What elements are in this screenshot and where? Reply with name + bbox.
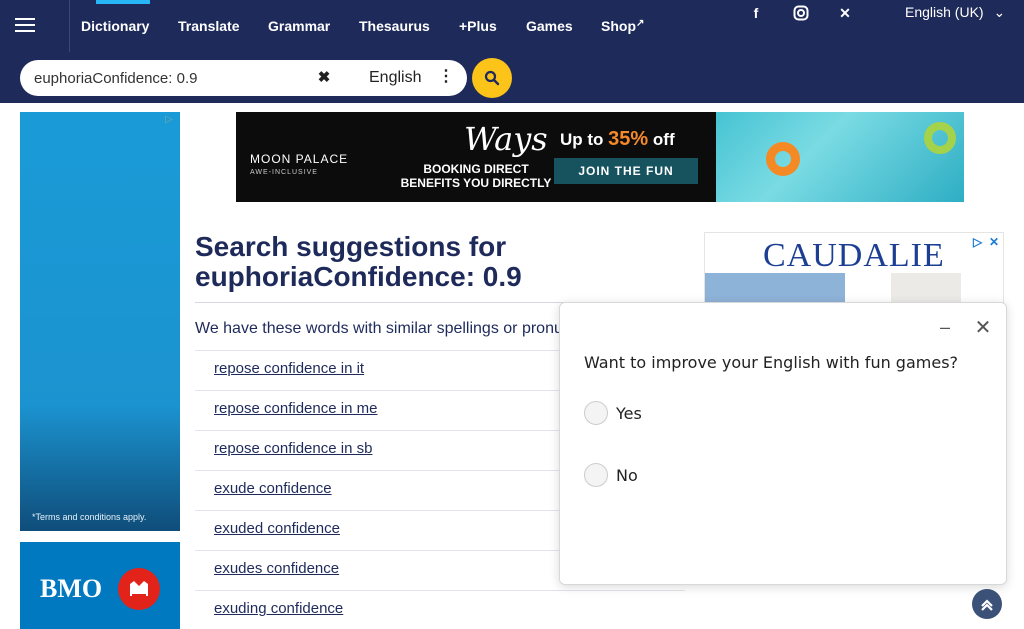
suggestion-link[interactable]: exudes confidence (214, 560, 339, 577)
nav-dictionary[interactable]: Dictionary (81, 18, 149, 34)
more-options-icon: ⋮ (438, 68, 454, 85)
language-label: English (UK) (905, 4, 984, 20)
search-bar-row: ✖ English ⋮ (0, 52, 1024, 103)
caudalie-logo: CAUDALIE (763, 237, 945, 274)
survey-question: Want to improve your English with fun ga… (584, 353, 959, 372)
external-link-icon: ↗ (636, 18, 645, 29)
banner-float-ring (766, 142, 800, 176)
page-title-query: euphoriaConfidence: 0.9 (195, 261, 522, 292)
top-banner-ad[interactable]: MOON PALACE AWE-INCLUSIVE Ways BOOKING D… (236, 112, 964, 202)
page-title-line1: Search suggestions for (195, 231, 507, 262)
minimize-icon[interactable]: – (936, 317, 954, 337)
survey-popup: – ✕ Want to improve your English with fu… (559, 302, 1007, 585)
list-item: exuding confidence (195, 590, 685, 629)
nav-thesaurus[interactable]: Thesaurus (359, 18, 430, 34)
hamburger-menu-icon[interactable] (10, 10, 40, 40)
ad-close-icon[interactable]: ✕ (989, 235, 999, 249)
survey-option-label: Yes (616, 404, 642, 423)
nav-divider (69, 0, 70, 52)
banner-tagline-2: BENEFITS YOU DIRECTLY (400, 176, 552, 190)
adchoices-icon[interactable]: ▷ (160, 114, 178, 128)
radio-button[interactable] (584, 463, 608, 487)
survey-option-label: No (616, 466, 638, 485)
banner-offer-pre: Up to (560, 130, 609, 149)
suggestion-link[interactable]: repose confidence in sb (214, 440, 372, 457)
left-ad-image (20, 112, 180, 531)
radio-button[interactable] (584, 401, 608, 425)
left-ad-terms: *Terms and conditions apply. (32, 512, 147, 522)
nav-translate[interactable]: Translate (178, 18, 239, 34)
scroll-to-top-button[interactable] (972, 589, 1002, 619)
search-suggestions-section: Search suggestions for euphoriaConfidenc… (195, 232, 685, 617)
bmo-logo-text: BMO (40, 574, 103, 603)
search-box: ✖ English ⋮ (20, 60, 467, 96)
close-icon[interactable]: ✕ (973, 315, 993, 339)
chevron-down-icon: ⌄ (993, 4, 1006, 20)
banner-offer-post: off (648, 130, 675, 149)
suggestion-link[interactable]: exude confidence (214, 480, 332, 497)
nav-grammar[interactable]: Grammar (268, 18, 330, 34)
top-nav-bar: Dictionary Translate Grammar Thesaurus +… (0, 0, 1024, 52)
facebook-icon[interactable]: f (744, 4, 768, 22)
nav-shop-label: Shop (601, 18, 636, 34)
bmo-logo-icon (118, 568, 160, 610)
dictionary-select-label: English (369, 69, 422, 86)
nav-active-indicator (96, 0, 150, 4)
instagram-icon[interactable] (789, 4, 813, 22)
banner-brand-sub: AWE-INCLUSIVE (250, 169, 318, 176)
search-icon (484, 70, 500, 86)
banner-brand-name: MOON PALACE (250, 152, 349, 166)
chevron-up-icon (981, 599, 993, 611)
banner-tagline-1: BOOKING DIRECT (423, 162, 529, 176)
page-title: Search suggestions for euphoriaConfidenc… (195, 232, 685, 292)
suggestion-link[interactable]: exuded confidence (214, 520, 340, 537)
suggestion-link[interactable]: repose confidence in it (214, 360, 364, 377)
left-advertisement[interactable]: ▷ *Terms and conditions apply. BMO (20, 112, 180, 629)
banner-pool-image (716, 112, 964, 202)
nav-shop[interactable]: Shop↗ (601, 18, 644, 34)
banner-cta-button[interactable]: JOIN THE FUN (554, 158, 698, 184)
clear-search-icon[interactable]: ✖ (313, 67, 335, 89)
nav-games[interactable]: Games (526, 18, 573, 34)
dictionary-select[interactable]: English ⋮ (342, 64, 460, 92)
banner-script-text: Ways (464, 120, 548, 158)
survey-option-yes[interactable]: Yes (584, 401, 784, 427)
nav-plus[interactable]: +Plus (459, 18, 497, 34)
banner-offer-percent: 35% (608, 128, 649, 150)
x-twitter-icon[interactable]: ✕ (833, 4, 857, 22)
search-input[interactable] (34, 66, 314, 90)
survey-option-no[interactable]: No (584, 463, 784, 489)
language-selector[interactable]: English (UK) ⌄ (905, 4, 1005, 21)
adchoices-icon[interactable]: ▷ (973, 235, 982, 249)
suggestions-intro: We have these words with similar spellin… (195, 320, 575, 337)
banner-float-ring-2 (924, 122, 956, 154)
banner-tagline: BOOKING DIRECT BENEFITS YOU DIRECTLY (386, 162, 566, 190)
banner-offer: Up to 35% off (560, 128, 675, 151)
suggestion-link[interactable]: exuding confidence (214, 600, 343, 617)
suggestion-link[interactable]: repose confidence in me (214, 400, 377, 417)
search-button[interactable] (472, 58, 512, 98)
bmo-ad: BMO (20, 542, 180, 629)
banner-brand: MOON PALACE AWE-INCLUSIVE (250, 152, 348, 176)
